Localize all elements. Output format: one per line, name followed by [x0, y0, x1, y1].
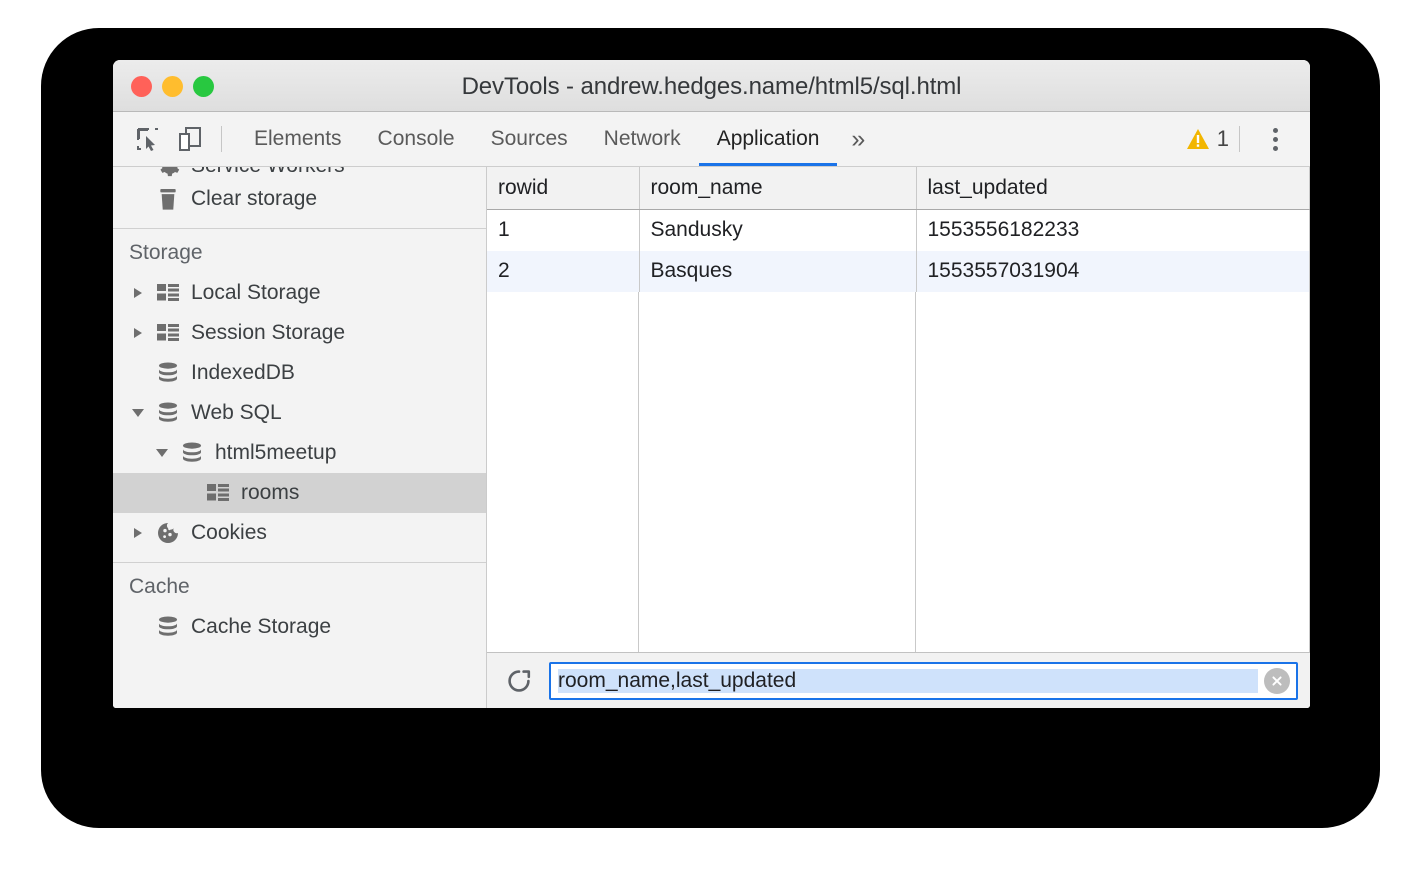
rooms-table: rowid room_name last_updated 1 Sandusky …	[487, 167, 1310, 292]
table-icon	[155, 284, 181, 302]
tab-sources[interactable]: Sources	[473, 112, 586, 166]
chevron-right-icon[interactable]	[129, 328, 147, 338]
warning-count: 1	[1217, 126, 1229, 152]
table-icon	[205, 484, 231, 502]
tab-label: Application	[717, 127, 820, 151]
filler-column-room-name	[639, 292, 916, 653]
sidebar-item-label: Clear storage	[191, 187, 317, 211]
chevron-right-icon[interactable]	[129, 288, 147, 298]
kebab-dot	[1273, 128, 1278, 133]
sidebar-item-label: Session Storage	[191, 321, 345, 345]
tab-elements[interactable]: Elements	[236, 112, 360, 166]
chevron-right-icon[interactable]	[129, 528, 147, 538]
inspect-element-icon	[135, 126, 161, 152]
table-header-row: rowid room_name last_updated	[487, 167, 1310, 210]
tab-label: Sources	[491, 127, 568, 151]
cell-room-name[interactable]: Sandusky	[639, 210, 916, 251]
sidebar-section-title-cache: Cache	[113, 563, 486, 607]
sidebar-item-label: Cookies	[191, 521, 267, 545]
database-icon	[155, 402, 181, 424]
datagrid-scroll[interactable]: rowid room_name last_updated 1 Sandusky …	[487, 167, 1310, 652]
inspect-element-button[interactable]	[127, 118, 169, 160]
sidebar-item-local-storage[interactable]: Local Storage	[113, 273, 486, 313]
sidebar-item-label: Web SQL	[191, 401, 282, 425]
sidebar-item-label: Local Storage	[191, 281, 321, 305]
visible-columns-input[interactable]: room_name,last_updated	[549, 662, 1298, 700]
devtools-window: DevTools - andrew.hedges.name/html5/sql.…	[113, 60, 1310, 708]
sidebar-item-service-workers[interactable]: Service Workers	[113, 167, 486, 179]
cell-rowid[interactable]: 1	[487, 210, 639, 251]
panel-tabs: Elements Console Sources Network Applica…	[236, 112, 879, 166]
window-titlebar: DevTools - andrew.hedges.name/html5/sql.…	[113, 60, 1310, 112]
toolbar-divider	[221, 126, 222, 152]
sidebar-item-cookies[interactable]: Cookies	[113, 513, 486, 553]
visible-columns-value: room_name,last_updated	[558, 669, 1258, 693]
kebab-dot	[1273, 146, 1278, 151]
tab-network[interactable]: Network	[586, 112, 699, 166]
cell-last-updated[interactable]: 1553557031904	[916, 251, 1310, 292]
table-row[interactable]: 1 Sandusky 1553556182233	[487, 210, 1310, 251]
sidebar-item-label: IndexedDB	[191, 361, 295, 385]
tab-application[interactable]: Application	[699, 112, 838, 166]
column-header-rowid[interactable]: rowid	[487, 167, 639, 210]
sidebar-item-label: Cache Storage	[191, 615, 331, 639]
tab-label: Network	[604, 127, 681, 151]
sidebar-item-cache-storage[interactable]: Cache Storage	[113, 607, 486, 647]
toolbar-right-group: 1	[1186, 120, 1310, 158]
sidebar-item-label: rooms	[241, 481, 299, 505]
database-icon	[179, 442, 205, 464]
tab-console[interactable]: Console	[360, 112, 473, 166]
application-sidebar[interactable]: Service Workers Clear storage Storage	[113, 167, 487, 708]
refresh-icon	[505, 667, 533, 695]
sidebar-section-title-storage: Storage	[113, 229, 486, 273]
datagrid-area: rowid room_name last_updated 1 Sandusky …	[487, 167, 1310, 708]
table-row[interactable]: 2 Basques 1553557031904	[487, 251, 1310, 292]
more-tabs-button[interactable]: »	[837, 112, 879, 166]
warning-indicator[interactable]: 1	[1186, 126, 1229, 152]
sidebar-item-session-storage[interactable]: Session Storage	[113, 313, 486, 353]
chevron-down-icon[interactable]	[129, 409, 147, 417]
sidebar-item-rooms[interactable]: rooms	[113, 473, 486, 513]
main-menu-button[interactable]	[1256, 120, 1294, 158]
sidebar-item-clear-storage[interactable]: Clear storage	[113, 179, 486, 219]
filler-column-last-updated	[916, 292, 1310, 653]
application-panel-body: Service Workers Clear storage Storage	[113, 167, 1310, 708]
devtools-toolbar: Elements Console Sources Network Applica…	[113, 112, 1310, 167]
filler-column-rowid	[487, 292, 639, 653]
device-toolbar-icon	[177, 126, 203, 152]
kebab-dot	[1273, 137, 1278, 142]
refresh-button[interactable]	[501, 663, 537, 699]
column-header-last-updated[interactable]: last_updated	[916, 167, 1310, 210]
sidebar-item-label: html5meetup	[215, 441, 336, 465]
cell-room-name[interactable]: Basques	[639, 251, 916, 292]
cell-last-updated[interactable]: 1553556182233	[916, 210, 1310, 251]
datagrid-empty-area[interactable]	[487, 292, 1310, 653]
device-toolbar-button[interactable]	[169, 118, 211, 160]
gear-icon	[155, 167, 181, 178]
trash-icon	[155, 188, 181, 211]
tab-label: Console	[378, 127, 455, 151]
window-title: DevTools - andrew.hedges.name/html5/sql.…	[113, 73, 1310, 101]
database-icon	[155, 616, 181, 638]
sidebar-item-indexeddb[interactable]: IndexedDB	[113, 353, 486, 393]
sidebar-item-html5meetup[interactable]: html5meetup	[113, 433, 486, 473]
sidebar-item-web-sql[interactable]: Web SQL	[113, 393, 486, 433]
visible-columns-bar: room_name,last_updated	[487, 652, 1310, 708]
clear-input-button[interactable]	[1264, 668, 1290, 694]
column-header-room-name[interactable]: room_name	[639, 167, 916, 210]
cell-rowid[interactable]: 2	[487, 251, 639, 292]
database-icon	[155, 362, 181, 384]
sidebar-item-label: Service Workers	[191, 167, 345, 178]
clear-input-icon	[1269, 673, 1285, 689]
toolbar-divider-right	[1239, 126, 1240, 152]
table-icon	[155, 324, 181, 342]
cookie-icon	[155, 522, 181, 544]
tab-label: Elements	[254, 127, 342, 151]
chevron-down-icon[interactable]	[153, 449, 171, 457]
warning-triangle-icon	[1186, 128, 1210, 150]
